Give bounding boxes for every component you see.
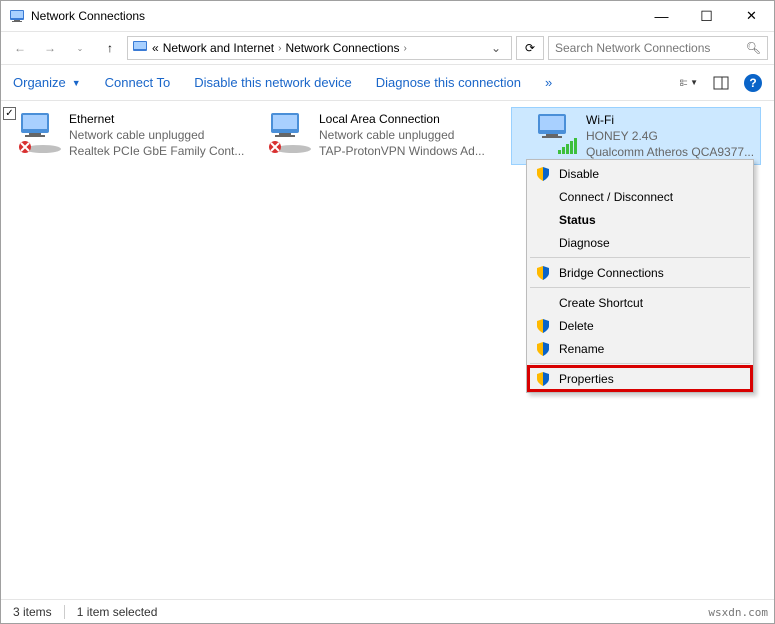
connection-item-lan[interactable]: Local Area Connection Network cable unpl… (261, 107, 511, 165)
connection-name: Local Area Connection (319, 111, 485, 127)
organize-menu[interactable]: Organize▼ (13, 75, 81, 90)
diagnose-button[interactable]: Diagnose this connection (376, 75, 521, 90)
connection-status: Network cable unplugged (319, 127, 485, 143)
connection-status: HONEY 2.4G (586, 128, 754, 144)
watermark: wsxdn.com (708, 606, 768, 619)
ctx-connect[interactable]: Connect / Disconnect (529, 185, 751, 208)
breadcrumb-item[interactable]: Network and Internet (163, 41, 274, 55)
shield-icon (535, 166, 551, 182)
breadcrumb-item[interactable]: Network Connections (285, 41, 399, 55)
address-dropdown-icon[interactable]: ⌄ (485, 41, 507, 55)
connection-adapter: Realtek PCIe GbE Family Cont... (69, 143, 244, 159)
lan-icon (265, 111, 313, 161)
context-menu: Disable Connect / Disconnect Status Diag… (526, 159, 754, 393)
disable-device-button[interactable]: Disable this network device (194, 75, 352, 90)
selection-checkbox[interactable]: ✓ (3, 107, 16, 120)
ctx-disable[interactable]: Disable (529, 162, 751, 185)
preview-pane-icon[interactable] (712, 74, 730, 92)
wifi-icon (532, 112, 580, 160)
shield-icon (535, 371, 551, 387)
separator (530, 257, 750, 258)
status-bar: 3 items 1 item selected (1, 599, 774, 623)
chevron-right-icon: › (278, 43, 281, 54)
address-icon (132, 39, 148, 58)
connection-status: Network cable unplugged (69, 127, 244, 143)
shield-icon (535, 341, 551, 357)
chevron-right-icon: › (404, 43, 407, 54)
back-button[interactable]: ← (7, 35, 33, 61)
search-placeholder: Search Network Connections (555, 41, 710, 55)
overflow-button[interactable]: » (545, 75, 552, 90)
refresh-button[interactable]: ⟳ (516, 36, 544, 60)
ctx-properties[interactable]: Properties (529, 367, 751, 390)
search-icon: 🔍︎ (746, 41, 761, 55)
separator (530, 363, 750, 364)
ctx-status[interactable]: Status (529, 208, 751, 231)
connect-to-button[interactable]: Connect To (105, 75, 171, 90)
search-input[interactable]: Search Network Connections 🔍︎ (548, 36, 768, 60)
connection-item-ethernet[interactable]: Ethernet Network cable unplugged Realtek… (11, 107, 261, 165)
ctx-shortcut[interactable]: Create Shortcut (529, 291, 751, 314)
ctx-bridge[interactable]: Bridge Connections (529, 261, 751, 284)
separator (530, 287, 750, 288)
view-options-icon[interactable]: ▼ (680, 74, 698, 92)
titlebar: Network Connections — ☐ ✕ (1, 1, 774, 31)
window-title: Network Connections (31, 9, 145, 23)
address-box[interactable]: « Network and Internet › Network Connect… (127, 36, 512, 60)
command-bar: Organize▼ Connect To Disable this networ… (1, 65, 774, 101)
connection-adapter: Qualcomm Atheros QCA9377... (586, 144, 754, 160)
address-bar: ← → ⌄ ↑ « Network and Internet › Network… (1, 31, 774, 65)
selection-count: 1 item selected (77, 605, 158, 619)
app-icon (9, 8, 25, 24)
up-button[interactable]: ↑ (97, 35, 123, 61)
close-button[interactable]: ✕ (729, 1, 774, 31)
chevron-down-icon: ▼ (72, 78, 81, 88)
ctx-rename[interactable]: Rename (529, 337, 751, 360)
connection-item-wifi[interactable]: ✓ Wi-Fi HONEY 2.4G Qualcomm Atheros QCA9… (511, 107, 761, 165)
item-count: 3 items (13, 605, 52, 619)
breadcrumb-back[interactable]: « (152, 41, 159, 55)
ctx-diagnose[interactable]: Diagnose (529, 231, 751, 254)
shield-icon (535, 265, 551, 281)
ctx-delete[interactable]: Delete (529, 314, 751, 337)
shield-icon (535, 318, 551, 334)
minimize-button[interactable]: — (639, 1, 684, 31)
ethernet-icon (15, 111, 63, 161)
help-icon[interactable]: ? (744, 74, 762, 92)
connection-name: Ethernet (69, 111, 244, 127)
connection-name: Wi-Fi (586, 112, 754, 128)
divider (64, 605, 65, 619)
connection-adapter: TAP-ProtonVPN Windows Ad... (319, 143, 485, 159)
recent-dropdown[interactable]: ⌄ (67, 35, 93, 61)
forward-button[interactable]: → (37, 35, 63, 61)
maximize-button[interactable]: ☐ (684, 1, 729, 31)
